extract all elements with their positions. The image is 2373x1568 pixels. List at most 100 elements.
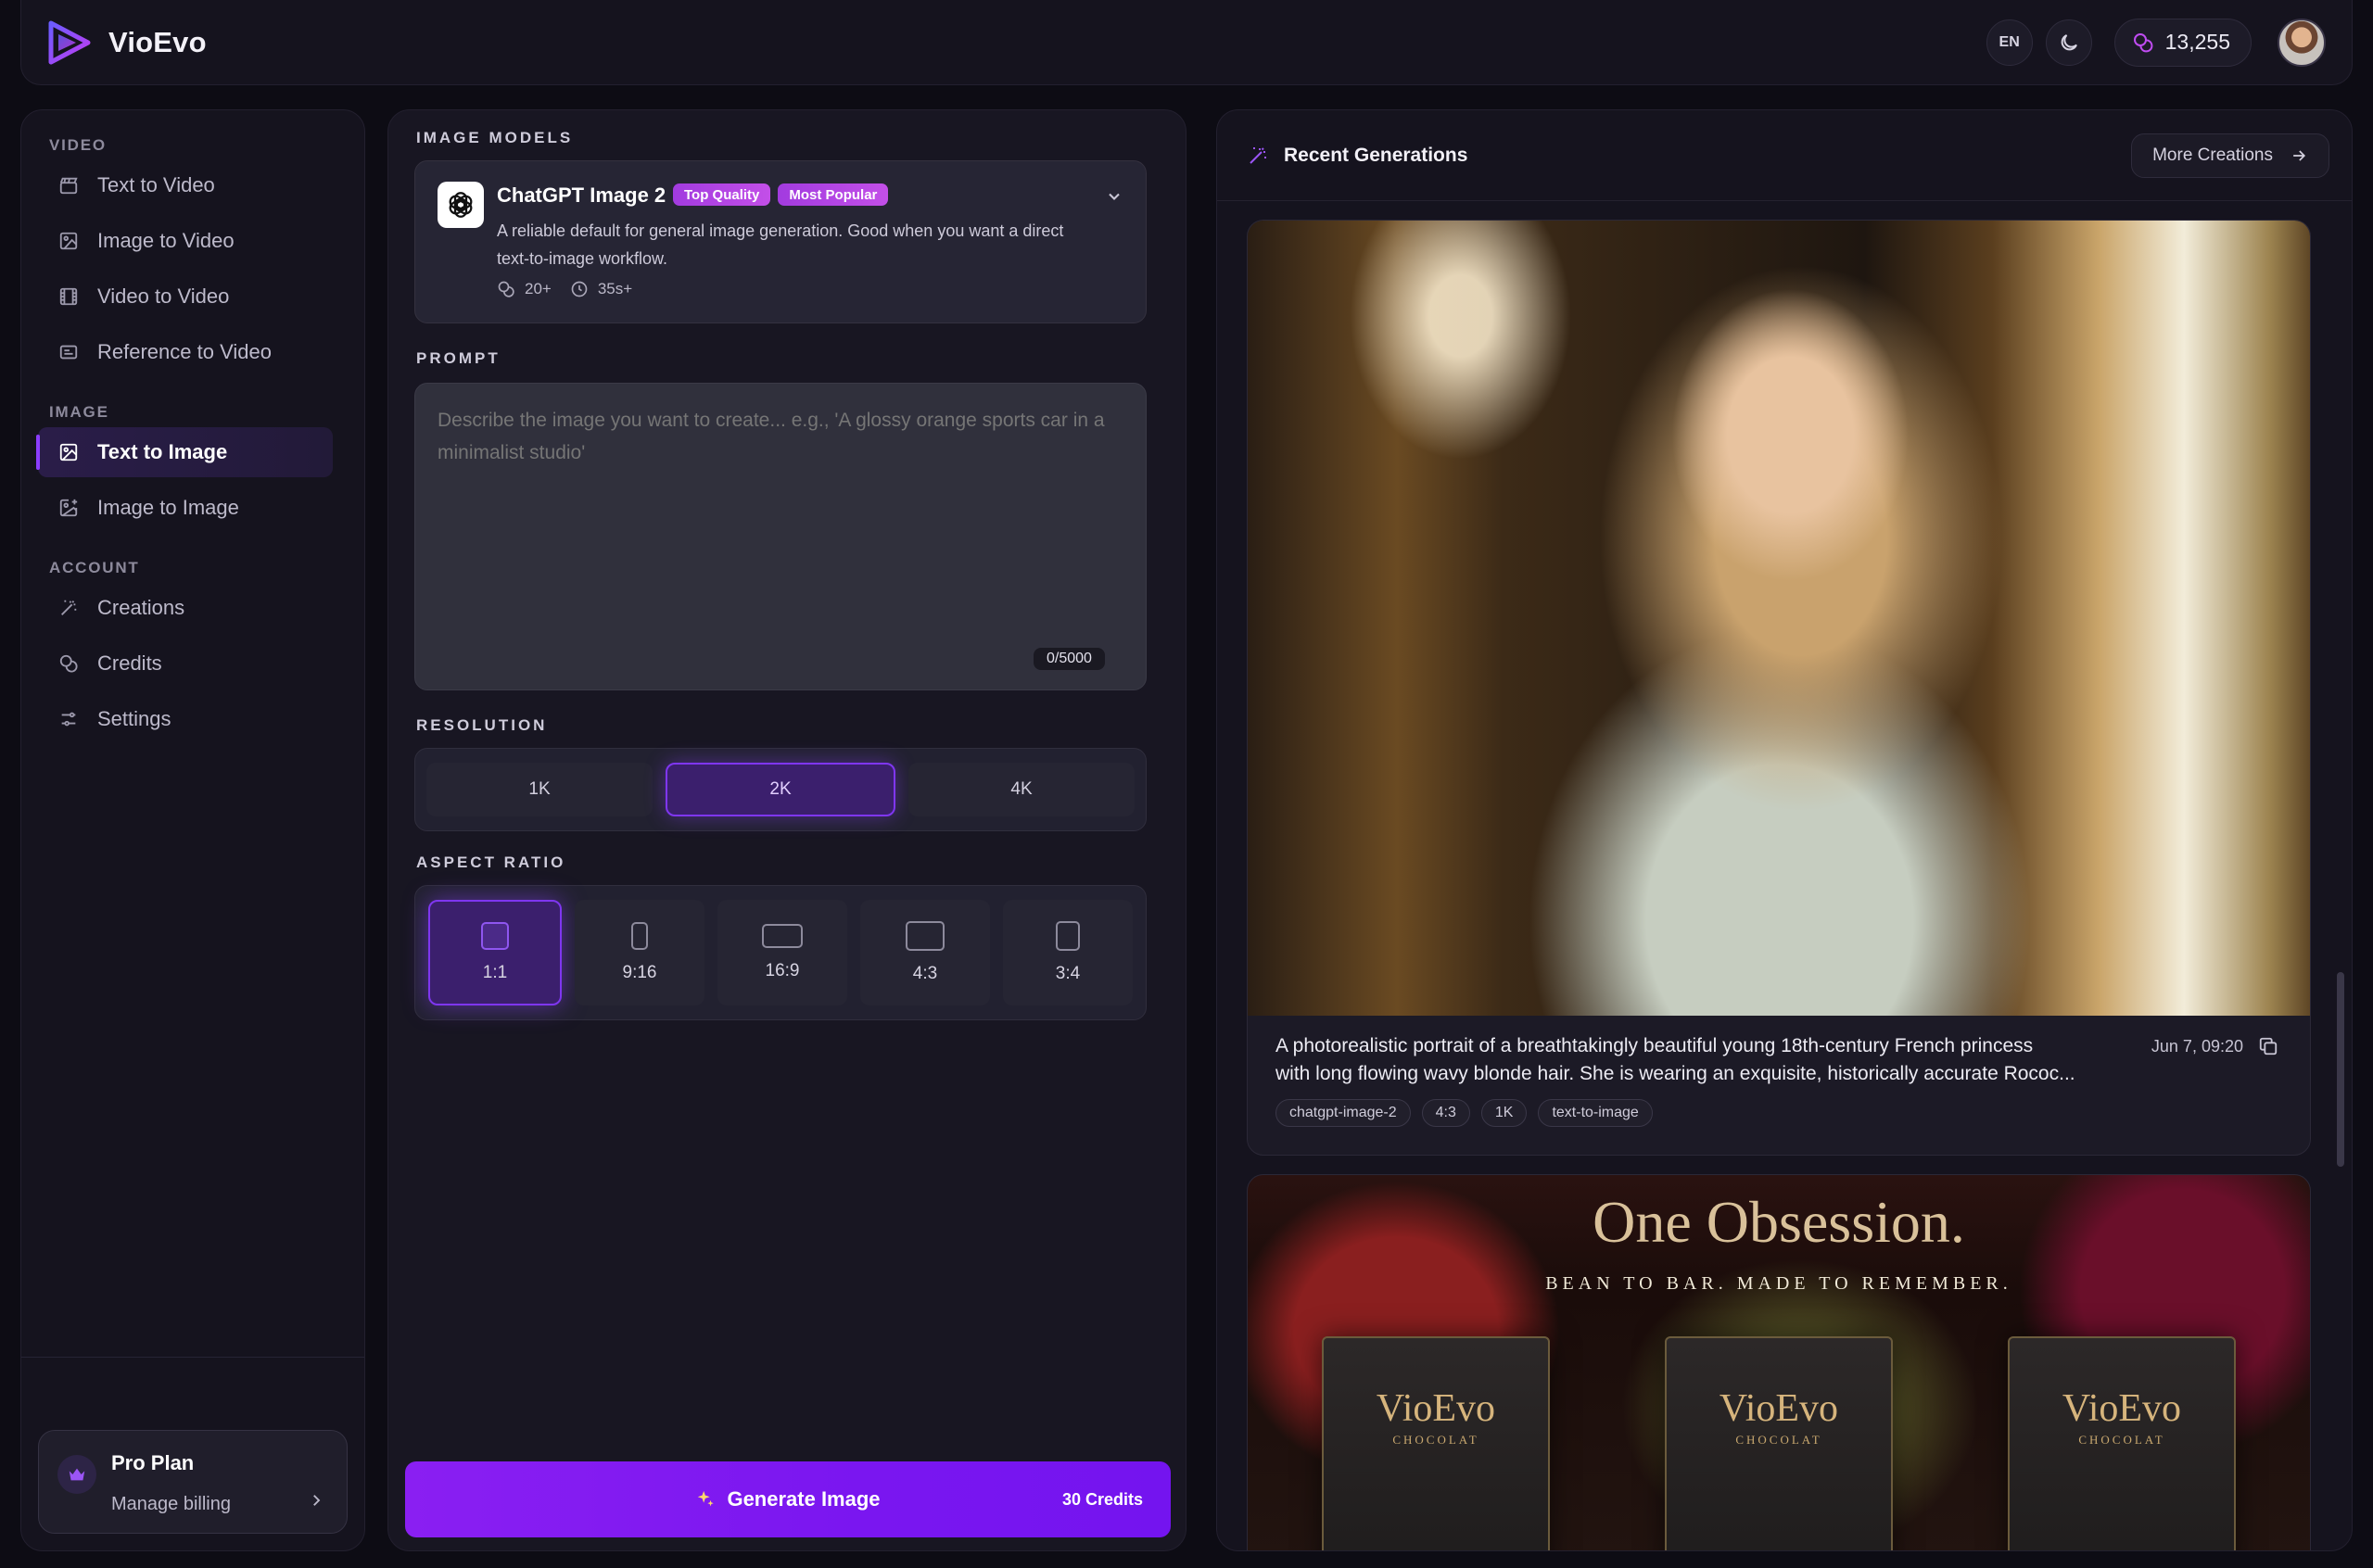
- model-description: A reliable default for general image gen…: [497, 221, 1064, 268]
- generator-panel: IMAGE MODELS ChatGPT Image 2 Top Quality…: [387, 109, 1186, 1551]
- prompt-label: PROMPT: [416, 349, 501, 367]
- portrait-ratio-icon: [1056, 921, 1080, 951]
- prompt-input[interactable]: [414, 383, 1147, 690]
- sidebar-item-reference-to-video[interactable]: Reference to Video: [38, 327, 333, 377]
- square-ratio-icon: [481, 922, 509, 950]
- image-play-icon: [59, 232, 78, 250]
- generation-tags: chatgpt-image-2 4:3 1K text-to-image: [1275, 1099, 1653, 1127]
- resolution-label: RESOLUTION: [416, 716, 548, 734]
- generation-caption: A photorealistic portrait of a breathtak…: [1275, 1035, 2075, 1084]
- model-cost-value: 20+: [525, 280, 552, 297]
- moon-icon: [2061, 33, 2077, 50]
- chocolate-box: VioEvo CHOCOLAT: [1665, 1336, 1893, 1550]
- nav-section-video: VIDEO: [49, 136, 107, 154]
- aspect-option-4-3[interactable]: 4:3: [860, 900, 990, 1005]
- landscape-ratio-icon: [906, 921, 945, 951]
- language-button[interactable]: EN: [1986, 19, 2033, 66]
- copy-icon[interactable]: [2258, 1036, 2278, 1056]
- arrow-right-icon: [2293, 149, 2306, 161]
- image-icon: [59, 443, 78, 462]
- nav-section-account: ACCOUNT: [49, 559, 140, 576]
- chocolate-brand: VioEvo: [1719, 1387, 1839, 1430]
- aspect-option-3-4[interactable]: 3:4: [1003, 900, 1133, 1005]
- generated-image-chocolate-ad[interactable]: One Obsession. BEAN TO BAR. MADE TO REME…: [1247, 1174, 2311, 1550]
- chocolate-sub: CHOCOLAT: [1392, 1433, 1479, 1447]
- clock-icon: [571, 281, 588, 297]
- aspect-option-1-1[interactable]: 1:1: [428, 900, 562, 1005]
- model-selector[interactable]: ChatGPT Image 2 Top Quality Most Popular…: [414, 160, 1147, 323]
- ad-headline: One Obsession.: [1593, 1189, 1965, 1255]
- generate-image-button[interactable]: Generate Image 30 Credits: [405, 1461, 1171, 1537]
- scrollbar-thumb[interactable]: [2337, 972, 2344, 1167]
- chocolate-sub: CHOCOLAT: [2078, 1433, 2165, 1447]
- tag: text-to-image: [1538, 1099, 1653, 1127]
- sidebar-item-image-to-image[interactable]: Image to Image: [38, 483, 333, 533]
- sidebar-item-label: Video to Video: [97, 285, 230, 308]
- credits-value: 13,255: [2164, 30, 2230, 54]
- recent-header: Recent Generations More Creations: [1217, 110, 2352, 201]
- sidebar-item-settings[interactable]: Settings: [38, 694, 333, 744]
- coins-icon: [498, 281, 514, 297]
- sidebar-item-label: Text to Image: [97, 440, 228, 463]
- wand-icon: [1250, 146, 1266, 164]
- model-time-value: 35s+: [597, 280, 633, 297]
- sidebar-item-label: Settings: [97, 707, 171, 730]
- film-icon: [59, 287, 78, 306]
- pro-plan-card[interactable]: Pro Plan Manage billing: [38, 1430, 348, 1534]
- generate-cost: 30 Credits: [1061, 1489, 1143, 1509]
- sliders-icon: [61, 712, 76, 727]
- chocolate-box: VioEvo CHOCOLAT: [1322, 1336, 1550, 1550]
- generation-card[interactable]: A photorealistic portrait of a breathtak…: [1247, 220, 2311, 1156]
- plan-title: Pro Plan: [111, 1451, 195, 1474]
- generation-meta: Jun 7, 09:20: [2151, 1036, 2278, 1056]
- prompt-char-count: 0/5000: [1034, 648, 1105, 670]
- ad-subline: BEAN TO BAR. MADE TO REMEMBER.: [1545, 1273, 2012, 1294]
- sidebar-item-image-to-video[interactable]: Image to Video: [38, 216, 333, 266]
- sidebar-divider: [21, 1357, 364, 1358]
- model-cost: 20+: [497, 280, 552, 298]
- sidebar-item-video-to-video[interactable]: Video to Video: [38, 272, 333, 322]
- chocolate-box: VioEvo CHOCOLAT: [2008, 1336, 2236, 1550]
- recent-title: Recent Generations: [1284, 144, 1468, 166]
- model-time: 35s+: [570, 280, 632, 298]
- more-creations-label: More Creations: [2152, 145, 2273, 165]
- sidebar-item-text-to-image[interactable]: Text to Image: [36, 427, 333, 477]
- aspect-option-16-9[interactable]: 16:9: [717, 900, 847, 1005]
- sidebar-item-creations[interactable]: Creations: [38, 583, 333, 633]
- chocolate-brand: VioEvo: [1376, 1387, 1496, 1430]
- aspect-option-label: 16:9: [765, 961, 800, 980]
- more-creations-button[interactable]: More Creations: [2131, 133, 2329, 178]
- nav-section-image: IMAGE: [49, 403, 109, 421]
- resolution-option-1k[interactable]: 1K: [426, 763, 653, 816]
- generate-label: Generate Image: [695, 1487, 881, 1511]
- chevron-right-icon: [313, 1495, 321, 1506]
- app-name: VioEvo: [108, 25, 207, 58]
- manage-billing-link[interactable]: Manage billing: [111, 1494, 324, 1515]
- user-avatar[interactable]: [2278, 18, 2326, 67]
- aspect-ratio-selector: 1:1 9:16 16:9 4:3 3:4: [414, 885, 1147, 1020]
- sidebar-item-label: Creations: [97, 596, 185, 619]
- chocolate-brand: VioEvo: [2062, 1387, 2182, 1430]
- resolution-option-4k[interactable]: 4K: [908, 763, 1135, 816]
- sidebar-item-text-to-video[interactable]: Text to Video: [38, 160, 333, 210]
- sidebar-item-credits[interactable]: Credits: [38, 639, 333, 689]
- crown-icon: [57, 1455, 96, 1494]
- app-logo[interactable]: VioEvo: [45, 19, 207, 66]
- aspect-option-label: 4:3: [912, 964, 938, 983]
- generated-image-princess[interactable]: [1248, 221, 2310, 1016]
- aspect-option-9-16[interactable]: 9:16: [575, 900, 704, 1005]
- wand-icon: [61, 600, 77, 615]
- resolution-option-2k[interactable]: 2K: [666, 763, 895, 816]
- badge-top-quality: Top Quality: [673, 183, 771, 206]
- tag: chatgpt-image-2: [1275, 1099, 1411, 1127]
- generate-label-text: Generate Image: [727, 1487, 881, 1511]
- credits-balance[interactable]: 13,255: [2113, 18, 2252, 67]
- portrait-ratio-icon: [631, 922, 648, 950]
- landscape-ratio-icon: [762, 924, 803, 948]
- resolution-selector: 1K 2K 4K: [414, 748, 1147, 831]
- model-stats: 20+ 35s+: [497, 280, 632, 298]
- aspect-ratio-label: ASPECT RATIO: [416, 854, 566, 871]
- recent-generations-panel: Recent Generations More Creations A phot…: [1216, 109, 2353, 1551]
- clapperboard-icon: [59, 177, 78, 195]
- theme-toggle-button[interactable]: [2045, 19, 2092, 66]
